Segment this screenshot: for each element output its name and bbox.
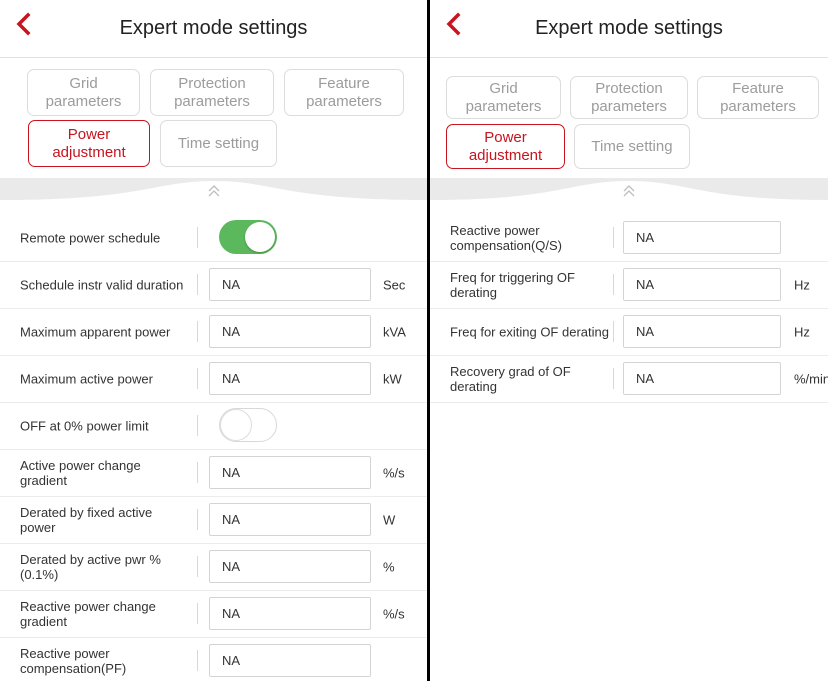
unit-label: %/min (794, 371, 828, 386)
setting-label: Reactive power change gradient (20, 598, 156, 629)
row-divider (197, 415, 198, 436)
setting-row-recovery-grad-of-of-derating: Recovery grad of OF derating %/min (430, 355, 828, 403)
reactive-power-compensation-pf-input[interactable] (209, 644, 371, 677)
freq-for-exiting-of-derating-input[interactable] (623, 315, 781, 348)
unit-label: %/s (383, 465, 405, 480)
setting-row-reactive-power-compensation-pf: Reactive power compensation(PF) (0, 637, 427, 681)
setting-row-maximum-active-power: Maximum active power kW (0, 355, 427, 403)
setting-label: Recovery grad of OF derating (450, 363, 571, 394)
tab-power-adjustment[interactable]: Power adjustment (446, 124, 565, 169)
row-divider (613, 227, 614, 248)
tab-protection-parameters[interactable]: Protection parameters (150, 69, 274, 116)
setting-label: Derated by active pwr % (0.1%) (20, 551, 161, 582)
setting-row-maximum-apparent-power: Maximum apparent power kVA (0, 308, 427, 356)
row-divider (197, 509, 198, 530)
tab-feature-parameters[interactable]: Feature parameters (697, 76, 819, 119)
page-title: Expert mode settings (119, 17, 308, 39)
setting-row-freq-for-exiting-of-derating: Freq for exiting OF derating Hz (430, 308, 828, 356)
setting-label: Freq for triggering OF derating (450, 269, 575, 300)
double-chevron-up-icon (623, 185, 635, 197)
unit-label: kVA (383, 324, 406, 339)
unit-label: Sec (383, 277, 406, 292)
setting-label: Derated by fixed active power (20, 504, 153, 535)
row-divider (197, 274, 198, 295)
row-divider (613, 274, 614, 295)
off-at-0-power-limit-toggle[interactable] (219, 408, 277, 442)
unit-label: %/s (383, 606, 405, 621)
setting-row-reactive-power-change-gradient: Reactive power change gradient %/s (0, 590, 427, 638)
setting-row-remote-power-schedule: Remote power schedule (0, 214, 427, 262)
setting-label: Remote power schedule (20, 230, 161, 245)
row-divider (613, 321, 614, 342)
derated-by-active-pwr-0-1-input[interactable] (209, 550, 371, 583)
setting-row-schedule-instr-valid-duration: Schedule instr valid duration Sec (0, 261, 427, 309)
derated-by-fixed-active-power-input[interactable] (209, 503, 371, 536)
tab-time-setting[interactable]: Time setting (160, 120, 277, 167)
tab-grid-parameters[interactable]: Grid parameters (446, 76, 561, 119)
tab-protection-parameters[interactable]: Protection parameters (570, 76, 688, 119)
setting-label: Active power change gradient (20, 457, 141, 488)
row-divider (197, 321, 198, 342)
row-divider (197, 462, 198, 483)
setting-row-derated-by-active-pwr-0-1: Derated by active pwr % (0.1%)% (0, 543, 427, 591)
double-chevron-up-icon (208, 185, 220, 197)
toggle-knob (245, 222, 275, 252)
remote-power-schedule-toggle[interactable] (219, 220, 277, 254)
setting-label: Maximum active power (20, 371, 153, 386)
setting-label: Reactive power compensation(Q/S) (450, 222, 562, 253)
page-title: Expert mode settings (535, 17, 723, 39)
header-bar: Expert mode settings (430, 0, 828, 58)
setting-label: OFF at 0% power limit (20, 418, 149, 433)
recovery-grad-of-of-derating-input[interactable] (623, 362, 781, 395)
header-bar: Expert mode settings (0, 0, 427, 58)
setting-label: Schedule instr valid duration (20, 277, 184, 292)
setting-label: Maximum apparent power (20, 324, 171, 339)
left-screen: Expert mode settings Grid parameters Prote… (0, 0, 427, 681)
unit-label: % (383, 559, 395, 574)
unit-label: Hz (794, 324, 810, 339)
row-divider (197, 603, 198, 624)
setting-row-freq-for-triggering-of-derating: Freq for triggering OF derating Hz (430, 261, 828, 309)
setting-row-off-at-0-power-limit: OFF at 0% power limit (0, 402, 427, 450)
tab-feature-parameters[interactable]: Feature parameters (284, 69, 404, 116)
unit-label: Hz (794, 277, 810, 292)
row-divider (197, 650, 198, 671)
row-divider (197, 227, 198, 248)
right-screen: Expert mode settings Grid parameters Prote… (430, 0, 828, 681)
setting-label: Freq for exiting OF derating (450, 324, 609, 339)
schedule-instr-valid-duration-input[interactable] (209, 268, 371, 301)
row-divider (197, 556, 198, 577)
tab-time-setting[interactable]: Time setting (574, 124, 690, 169)
collapse-toggle[interactable] (0, 178, 427, 214)
setting-label: Reactive power compensation(PF) (20, 645, 127, 676)
unit-label: W (383, 512, 396, 527)
maximum-apparent-power-input[interactable] (209, 315, 371, 348)
tab-power-adjustment[interactable]: Power adjustment (28, 120, 150, 167)
maximum-active-power-input[interactable] (209, 362, 371, 395)
row-divider (613, 368, 614, 389)
collapse-toggle[interactable] (430, 178, 828, 214)
setting-row-derated-by-fixed-active-power: Derated by fixed active power W (0, 496, 427, 544)
reactive-power-compensation-q-s-input[interactable] (623, 221, 781, 254)
toggle-knob (221, 410, 251, 440)
tab-grid-parameters[interactable]: Grid parameters (27, 69, 140, 116)
row-divider (197, 368, 198, 389)
setting-row-active-power-change-gradient: Active power change gradient %/s (0, 449, 427, 497)
freq-for-triggering-of-derating-input[interactable] (623, 268, 781, 301)
active-power-change-gradient-input[interactable] (209, 456, 371, 489)
reactive-power-change-gradient-input[interactable] (209, 597, 371, 630)
setting-row-reactive-power-compensation-q-s: Reactive power compensation(Q/S) (430, 214, 828, 262)
unit-label: kW (383, 371, 402, 386)
